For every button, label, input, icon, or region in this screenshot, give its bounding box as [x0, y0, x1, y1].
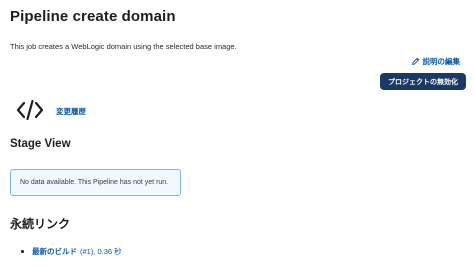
edit-description-label: 説明の編集 — [422, 57, 461, 66]
permalinks-list: 最新のビルド (#1), 0.36 秒 — [21, 246, 122, 257]
edit-description-link[interactable]: 説明の編集 — [411, 56, 461, 67]
last-build-detail: (#1), 0.36 秒 — [80, 247, 122, 256]
pencil-icon — [411, 57, 419, 65]
bullet-icon — [21, 250, 24, 253]
page-title: Pipeline create domain — [10, 8, 176, 25]
job-description: This job creates a WebLogic domain using… — [10, 42, 237, 51]
changes-link[interactable]: 変更履歴 — [56, 106, 86, 117]
no-data-notice: No data available. This Pipeline has not… — [10, 169, 181, 196]
last-build-link[interactable]: 最新のビルド — [32, 246, 77, 257]
disable-project-button[interactable]: プロジェクトの無効化 — [380, 73, 466, 90]
code-brackets-icon — [16, 99, 44, 121]
stage-view-heading: Stage View — [10, 138, 71, 150]
permalink-item: 最新のビルド (#1), 0.36 秒 — [21, 246, 122, 257]
changes-section: 変更履歴 — [16, 98, 86, 122]
permalinks-heading: 永続リンク — [10, 217, 71, 231]
